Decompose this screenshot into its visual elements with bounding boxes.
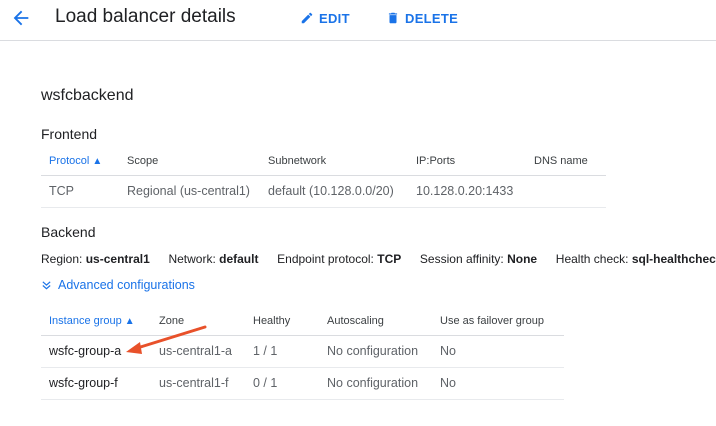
session-affinity-label: Session affinity: (419, 252, 504, 266)
delete-button[interactable]: DELETE (386, 9, 458, 27)
cell-ip-ports: 10.128.0.20:1433 (408, 175, 526, 208)
table-row: wsfc-group-f us-central1-f 0 / 1 No conf… (41, 367, 564, 400)
col-healthy: Healthy (245, 307, 319, 336)
edit-button[interactable]: EDIT (300, 9, 350, 27)
col-autoscaling: Autoscaling (319, 307, 432, 336)
cell-healthy: 0 / 1 (245, 367, 319, 400)
col-failover-group: Use as failover group (432, 307, 564, 336)
region-value: us-central1 (85, 252, 150, 266)
health-check-value: sql-healthcheck (631, 252, 716, 266)
cell-dns-name (526, 175, 606, 208)
frontend-title: Frontend (41, 126, 98, 142)
advanced-configurations-toggle[interactable]: Advanced configurations (41, 278, 195, 292)
col-ip-ports: IP:Ports (408, 147, 526, 176)
endpoint-protocol-value: TCP (377, 252, 402, 266)
edit-label: EDIT (319, 10, 350, 26)
chevron-double-down-icon (42, 280, 51, 290)
cell-protocol: TCP (41, 175, 119, 208)
frontend-header-row: Protocol ▲ Scope Subnetwork IP:Ports DNS … (41, 147, 606, 176)
cell-autoscaling: No configuration (319, 335, 432, 368)
pencil-icon (301, 12, 313, 24)
load-balancer-name: wsfcbackend (41, 87, 134, 104)
delete-label: DELETE (405, 10, 459, 26)
page-header: Load balancer details EDIT DELETE (0, 0, 716, 41)
page-title: Load balancer details (55, 6, 236, 27)
col-scope: Scope (119, 147, 260, 176)
cell-autoscaling: No configuration (319, 367, 432, 400)
backend-meta: Region: us-central1 Network: default End… (41, 252, 716, 266)
frontend-table: Protocol ▲ Scope Subnetwork IP:Ports DNS … (41, 147, 606, 208)
backend-title: Backend (41, 224, 96, 240)
col-protocol[interactable]: Protocol ▲ (41, 147, 119, 176)
network-label: Network: (168, 252, 216, 266)
endpoint-protocol-label: Endpoint protocol: (277, 252, 374, 266)
cell-subnetwork: default (10.128.0.0/20) (260, 175, 408, 208)
sort-up-icon: ▲ (92, 155, 103, 167)
cell-zone: us-central1-f (151, 367, 245, 400)
trash-icon (388, 12, 398, 24)
table-row: TCP Regional (us-central1) default (10.1… (41, 175, 606, 208)
cell-failover: No (432, 367, 564, 400)
col-dns-name: DNS name (526, 147, 606, 176)
advanced-configurations-label: Advanced configurations (58, 278, 195, 292)
cell-failover: No (432, 335, 564, 368)
cell-healthy: 1 / 1 (245, 335, 319, 368)
annotation-arrow-icon (126, 325, 207, 354)
network-value: default (219, 252, 259, 266)
col-subnetwork: Subnetwork (260, 147, 408, 176)
cell-scope: Regional (us-central1) (119, 175, 260, 208)
back-arrow-icon[interactable] (10, 7, 32, 29)
session-affinity-value: None (507, 252, 538, 266)
region-label: Region: (41, 252, 83, 266)
health-check-label: Health check: (555, 252, 629, 266)
cell-instance-group[interactable]: wsfc-group-f (41, 367, 151, 400)
